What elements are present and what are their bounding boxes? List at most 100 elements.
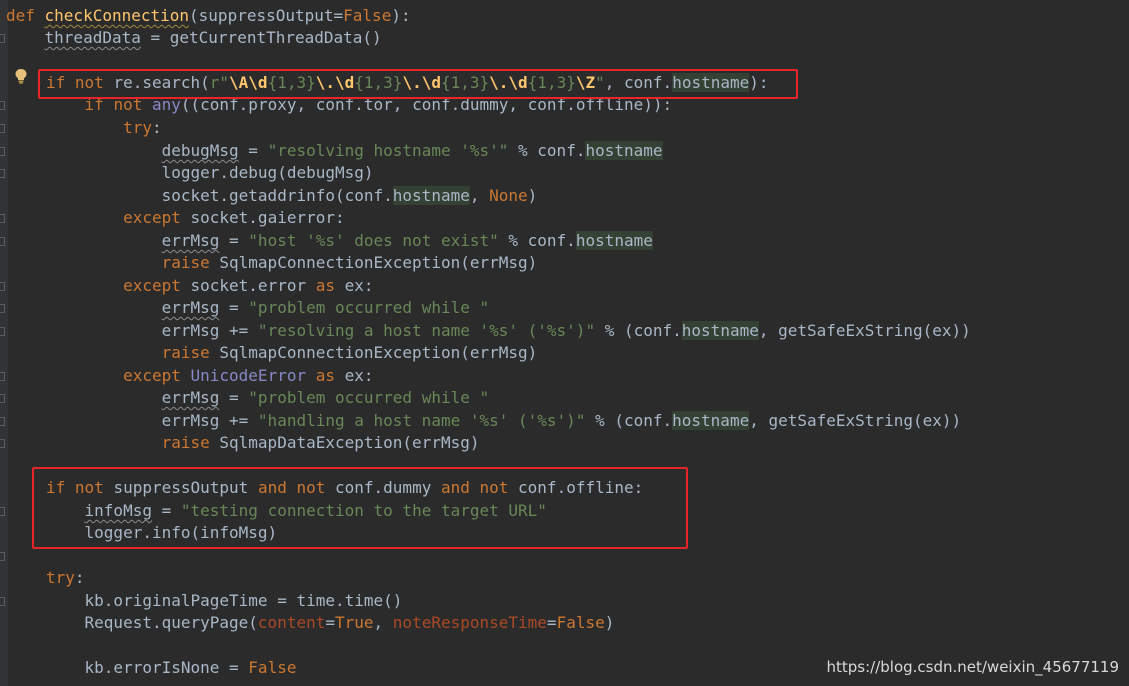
code-line[interactable]: except socket.gaierror: bbox=[46, 207, 345, 229]
fold-marker-icon[interactable] bbox=[0, 304, 5, 313]
code-token: errMsg bbox=[161, 231, 220, 250]
fold-marker-icon[interactable] bbox=[0, 34, 5, 43]
code-token: : bbox=[151, 118, 162, 137]
code-editor[interactable]: def checkConnection(suppressOutput=False… bbox=[0, 0, 1129, 686]
code-token: try bbox=[46, 568, 75, 587]
fold-marker-icon[interactable] bbox=[0, 417, 5, 426]
code-line[interactable]: errMsg = "host '%s' does not exist" % co… bbox=[46, 230, 653, 252]
code-token: hostname bbox=[392, 186, 470, 205]
code-line[interactable]: raise SqlmapDataException(errMsg) bbox=[46, 432, 480, 454]
code-token: = bbox=[546, 613, 557, 632]
code-token: : bbox=[74, 568, 85, 587]
highlight-box-info-message bbox=[32, 467, 688, 549]
highlight-box-regex-check bbox=[38, 69, 798, 99]
code-token: socket.error bbox=[190, 276, 316, 295]
fold-marker-icon[interactable] bbox=[0, 439, 5, 448]
code-line[interactable]: debugMsg = "resolving hostname '%s'" % c… bbox=[46, 140, 663, 162]
code-token: % conf. bbox=[508, 141, 586, 160]
code-line[interactable]: errMsg = "problem occurred while " bbox=[46, 297, 490, 319]
fold-marker-icon[interactable] bbox=[0, 282, 5, 291]
code-line[interactable]: except socket.error as ex: bbox=[46, 275, 374, 297]
code-token: errMsg += bbox=[46, 411, 258, 430]
code-token: SqlmapConnectionException(errMsg) bbox=[219, 253, 538, 272]
code-line[interactable]: errMsg = "problem occurred while " bbox=[46, 387, 490, 409]
code-line[interactable]: kb.errorIsNone = False bbox=[46, 657, 297, 679]
code-token: True bbox=[335, 613, 374, 632]
code-token: = bbox=[238, 141, 268, 160]
fold-marker-icon[interactable] bbox=[0, 169, 5, 178]
code-token: False bbox=[343, 6, 392, 25]
fold-marker-icon[interactable] bbox=[0, 552, 5, 561]
fold-marker-icon[interactable] bbox=[0, 372, 5, 381]
code-token: errMsg += bbox=[46, 321, 258, 340]
code-token: = bbox=[219, 231, 249, 250]
code-line[interactable]: threadData = getCurrentThreadData() bbox=[6, 27, 382, 49]
watermark-text: https://blog.csdn.net/weixin_45677119 bbox=[826, 658, 1119, 676]
fold-marker-icon[interactable] bbox=[0, 597, 5, 606]
code-token: errMsg bbox=[161, 298, 220, 317]
lightbulb-icon[interactable] bbox=[14, 68, 28, 84]
code-token: (suppressOutput= bbox=[189, 6, 344, 25]
code-token: = bbox=[219, 298, 249, 317]
code-token: "resolving hostname '%s'" bbox=[267, 141, 509, 160]
fold-marker-icon[interactable] bbox=[0, 147, 5, 156]
code-token: logger.debug(debugMsg) bbox=[46, 163, 374, 182]
code-token: % (conf. bbox=[585, 411, 673, 430]
code-token: hostname bbox=[672, 411, 750, 430]
code-token: raise bbox=[161, 253, 220, 272]
code-line[interactable]: errMsg += "handling a host name '%s' ('%… bbox=[46, 410, 961, 432]
fold-marker-icon[interactable] bbox=[0, 237, 5, 246]
code-token: except bbox=[123, 276, 191, 295]
code-token: kb.originalPageTime = time.time() bbox=[46, 591, 403, 610]
code-token: noteResponseTime bbox=[392, 613, 547, 632]
code-line[interactable]: Request.queryPage(content=True, noteResp… bbox=[46, 612, 615, 634]
code-token: "resolving a host name '%s' ('%s')" bbox=[257, 321, 596, 340]
code-line[interactable]: raise SqlmapConnectionException(errMsg) bbox=[46, 342, 538, 364]
code-token: SqlmapDataException(errMsg) bbox=[219, 433, 480, 452]
code-token: raise bbox=[161, 343, 220, 362]
code-line[interactable]: raise SqlmapConnectionException(errMsg) bbox=[46, 252, 538, 274]
code-line[interactable]: logger.debug(debugMsg) bbox=[46, 162, 374, 184]
code-token: SqlmapConnectionException(errMsg) bbox=[219, 343, 538, 362]
code-token: except bbox=[123, 208, 191, 227]
code-token: False bbox=[556, 613, 605, 632]
fold-marker-icon[interactable] bbox=[0, 101, 5, 110]
code-token: hostname bbox=[575, 231, 653, 250]
code-token: ex: bbox=[344, 366, 374, 385]
code-token: raise bbox=[161, 433, 220, 452]
code-token: UnicodeError bbox=[190, 366, 316, 385]
code-token: , getSafeExString(ex)) bbox=[749, 411, 962, 430]
code-token: False bbox=[248, 658, 297, 677]
code-token: = bbox=[219, 388, 249, 407]
fold-marker-icon[interactable] bbox=[0, 327, 5, 336]
code-token: threadData bbox=[44, 28, 141, 47]
code-line[interactable]: try: bbox=[46, 567, 85, 589]
code-line[interactable]: except UnicodeError as ex: bbox=[46, 365, 374, 387]
code-token: except bbox=[123, 366, 191, 385]
code-line[interactable]: socket.getaddrinfo(conf.hostname, None) bbox=[46, 185, 537, 207]
code-line[interactable]: def checkConnection(suppressOutput=False… bbox=[6, 5, 411, 27]
code-token: , bbox=[469, 186, 490, 205]
code-token: = bbox=[325, 613, 335, 632]
code-token: as bbox=[315, 276, 345, 295]
fold-marker-icon[interactable] bbox=[0, 214, 5, 223]
code-line[interactable]: try: bbox=[46, 117, 162, 139]
code-token: % (conf. bbox=[595, 321, 682, 340]
code-token: socket.gaierror: bbox=[190, 208, 345, 227]
code-line[interactable]: errMsg += "resolving a host name '%s' ('… bbox=[46, 320, 971, 342]
code-token: socket.getaddrinfo(conf. bbox=[46, 186, 393, 205]
fold-marker-icon[interactable] bbox=[0, 507, 5, 516]
code-token: ex: bbox=[344, 276, 374, 295]
fold-marker-icon[interactable] bbox=[0, 124, 5, 133]
fold-marker-icon[interactable] bbox=[0, 394, 5, 403]
code-line[interactable]: kb.originalPageTime = time.time() bbox=[46, 590, 403, 612]
